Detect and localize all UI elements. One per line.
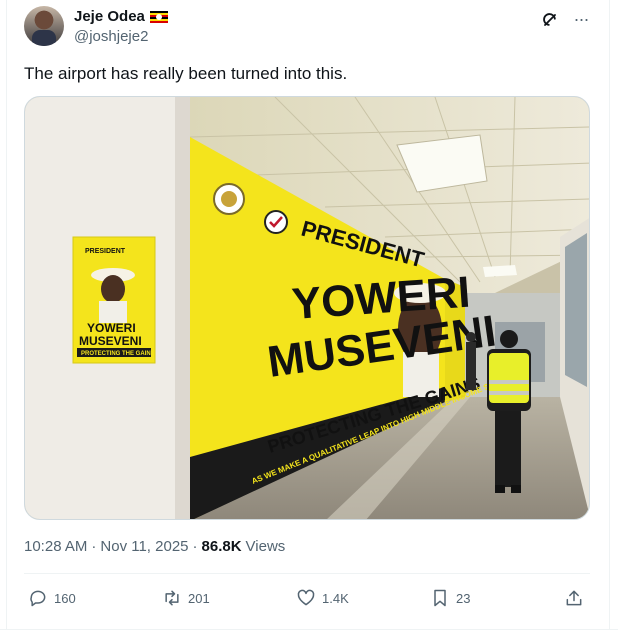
poster-slogan: PROTECTING THE GAINS [81, 351, 155, 357]
share-icon [566, 590, 582, 606]
post-metadata: 10:28 AM · Nov 11, 2025 · 86.8K Views [24, 538, 285, 555]
metadata-divider [24, 573, 590, 574]
more-options-icon[interactable]: ··· [570, 8, 592, 30]
meta-separator: · [192, 538, 198, 555]
action-bar: 160 201 1.4K 23 [24, 586, 590, 610]
like-button[interactable]: 1.4K [296, 586, 349, 610]
bookmark-button[interactable]: 23 [430, 586, 470, 610]
reply-icon [30, 590, 46, 607]
reply-count: 160 [54, 590, 76, 606]
bookmark-icon [434, 589, 446, 607]
author-handle[interactable]: @joshjeje2 [74, 28, 148, 45]
uganda-flag-icon [149, 10, 168, 23]
timeline-right-border [609, 0, 610, 630]
grok-icon[interactable] [540, 10, 560, 30]
airport-photo: PRESIDENT YOWERI MUSEVENI PROTECTING THE… [25, 97, 589, 519]
poster-name-line2: MUSEVENI [79, 334, 142, 348]
meta-separator: · [91, 538, 97, 555]
author-name[interactable]: Jeje Odea [74, 8, 168, 25]
poster-name-line1: YOWERI [87, 321, 136, 335]
repost-button[interactable]: 201 [162, 586, 210, 610]
share-button[interactable] [564, 586, 584, 610]
poster-header: PRESIDENT [85, 248, 126, 255]
author-name-text[interactable]: Jeje Odea [74, 8, 145, 25]
post-header: Jeje Odea @joshjeje2 ··· [24, 6, 594, 48]
timeline-left-border [6, 0, 7, 630]
heart-icon [297, 589, 315, 606]
views-label: Views [245, 538, 286, 555]
post-image[interactable]: PRESIDENT YOWERI MUSEVENI PROTECTING THE… [24, 96, 590, 520]
bookmark-count: 23 [456, 590, 471, 606]
avatar[interactable] [24, 6, 64, 46]
reply-button[interactable]: 160 [28, 586, 76, 610]
post-text: The airport has really been turned into … [24, 64, 348, 83]
repost-icon [165, 590, 179, 606]
post-date[interactable]: Nov 11, 2025 [100, 538, 188, 555]
like-count: 1.4K [322, 590, 349, 606]
views-count: 86.8K [201, 538, 242, 555]
repost-count: 201 [188, 590, 210, 606]
post-time[interactable]: 10:28 AM [24, 538, 87, 555]
